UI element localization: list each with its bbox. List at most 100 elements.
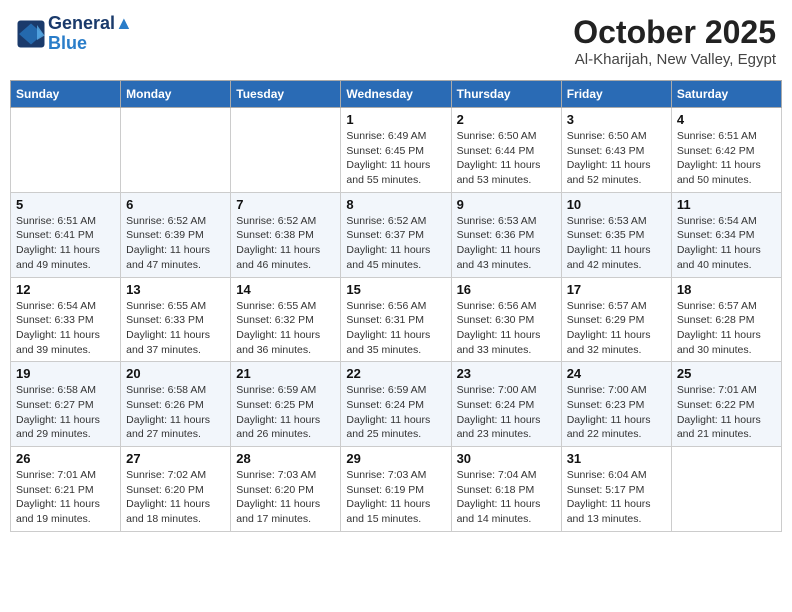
calendar-week-row: 19Sunrise: 6:58 AM Sunset: 6:27 PM Dayli… bbox=[11, 362, 782, 447]
day-of-week-header: Wednesday bbox=[341, 81, 451, 108]
day-number: 3 bbox=[567, 112, 666, 127]
calendar-header-row: SundayMondayTuesdayWednesdayThursdayFrid… bbox=[11, 81, 782, 108]
day-info: Sunrise: 6:52 AM Sunset: 6:37 PM Dayligh… bbox=[346, 214, 445, 273]
calendar-week-row: 26 Sunrise: 7:01 AM Sunset: 6:21 PM Dayli… bbox=[11, 447, 782, 532]
day-number: 27 bbox=[126, 451, 225, 466]
calendar-cell: 19Sunrise: 6:58 AM Sunset: 6:27 PM Dayli… bbox=[11, 362, 121, 447]
day-info: Sunrise: 6:55 AM Sunset: 6:33 PM Dayligh… bbox=[126, 299, 225, 358]
calendar-cell: 6 Sunrise: 6:52 AM Sunset: 6:39 PM Daylig… bbox=[121, 192, 231, 277]
day-info: Sunrise: 6:50 AM Sunset: 6:44 PM Dayligh… bbox=[457, 129, 556, 188]
day-of-week-header: Friday bbox=[561, 81, 671, 108]
calendar-cell: 21 Sunrise: 6:59 AM Sunset: 6:25 PM Dayli… bbox=[231, 362, 341, 447]
day-number: 30 bbox=[457, 451, 556, 466]
day-info: Sunrise: 6:56 AM Sunset: 6:31 PM Dayligh… bbox=[346, 299, 445, 358]
day-info: Sunrise: 6:54 AM Sunset: 6:34 PM Dayligh… bbox=[677, 214, 776, 273]
day-number: 16 bbox=[457, 282, 556, 297]
day-number: 15 bbox=[346, 282, 445, 297]
calendar-cell: 15 Sunrise: 6:56 AM Sunset: 6:31 PM Dayli… bbox=[341, 277, 451, 362]
day-number: 5 bbox=[16, 197, 115, 212]
day-info: Sunrise: 7:04 AM Sunset: 6:18 PM Dayligh… bbox=[457, 468, 556, 527]
calendar-cell: 12 Sunrise: 6:54 AM Sunset: 6:33 PM Dayli… bbox=[11, 277, 121, 362]
day-number: 29 bbox=[346, 451, 445, 466]
day-number: 24 bbox=[567, 366, 666, 381]
calendar-cell: 18 Sunrise: 6:57 AM Sunset: 6:28 PM Dayli… bbox=[671, 277, 781, 362]
day-info: Sunrise: 6:04 AM Sunset: 5:17 PM Dayligh… bbox=[567, 468, 666, 527]
day-number: 25 bbox=[677, 366, 776, 381]
calendar-week-row: 5 Sunrise: 6:51 AM Sunset: 6:41 PM Daylig… bbox=[11, 192, 782, 277]
day-number: 23 bbox=[457, 366, 556, 381]
day-info: Sunrise: 7:03 AM Sunset: 6:20 PM Dayligh… bbox=[236, 468, 335, 527]
calendar-cell: 2 Sunrise: 6:50 AM Sunset: 6:44 PM Daylig… bbox=[451, 108, 561, 193]
calendar-subtitle: Al-Kharijah, New Valley, Egypt bbox=[573, 51, 776, 68]
calendar-cell: 10 Sunrise: 6:53 AM Sunset: 6:35 PM Dayli… bbox=[561, 192, 671, 277]
day-info: Sunrise: 6:55 AM Sunset: 6:32 PM Dayligh… bbox=[236, 299, 335, 358]
day-number: 20 bbox=[126, 366, 225, 381]
logo-icon bbox=[16, 19, 46, 49]
calendar-cell: 3Sunrise: 6:50 AM Sunset: 6:43 PM Daylig… bbox=[561, 108, 671, 193]
day-number: 17 bbox=[567, 282, 666, 297]
day-number: 9 bbox=[457, 197, 556, 212]
calendar-cell: 27 Sunrise: 7:02 AM Sunset: 6:20 PM Dayli… bbox=[121, 447, 231, 532]
calendar-cell: 30 Sunrise: 7:04 AM Sunset: 6:18 PM Dayli… bbox=[451, 447, 561, 532]
day-number: 22 bbox=[346, 366, 445, 381]
day-info: Sunrise: 6:52 AM Sunset: 6:38 PM Dayligh… bbox=[236, 214, 335, 273]
day-number: 1 bbox=[346, 112, 445, 127]
day-number: 12 bbox=[16, 282, 115, 297]
day-of-week-header: Thursday bbox=[451, 81, 561, 108]
calendar-cell: 4Sunrise: 6:51 AM Sunset: 6:42 PM Daylig… bbox=[671, 108, 781, 193]
calendar-cell: 29 Sunrise: 7:03 AM Sunset: 6:19 PM Dayli… bbox=[341, 447, 451, 532]
day-of-week-header: Tuesday bbox=[231, 81, 341, 108]
day-info: Sunrise: 6:59 AM Sunset: 6:24 PM Dayligh… bbox=[346, 383, 445, 442]
day-info: Sunrise: 6:51 AM Sunset: 6:42 PM Dayligh… bbox=[677, 129, 776, 188]
day-number: 11 bbox=[677, 197, 776, 212]
day-number: 2 bbox=[457, 112, 556, 127]
calendar-cell: 7 Sunrise: 6:52 AM Sunset: 6:38 PM Daylig… bbox=[231, 192, 341, 277]
calendar-cell: 11 Sunrise: 6:54 AM Sunset: 6:34 PM Dayli… bbox=[671, 192, 781, 277]
day-number: 18 bbox=[677, 282, 776, 297]
day-of-week-header: Monday bbox=[121, 81, 231, 108]
page-header: General▲Blue October 2025 Al-Kharijah, N… bbox=[10, 10, 782, 72]
day-info: Sunrise: 7:00 AM Sunset: 6:24 PM Dayligh… bbox=[457, 383, 556, 442]
day-number: 8 bbox=[346, 197, 445, 212]
calendar-cell: 5 Sunrise: 6:51 AM Sunset: 6:41 PM Daylig… bbox=[11, 192, 121, 277]
day-of-week-header: Sunday bbox=[11, 81, 121, 108]
day-number: 28 bbox=[236, 451, 335, 466]
calendar-cell: 13 Sunrise: 6:55 AM Sunset: 6:33 PM Dayli… bbox=[121, 277, 231, 362]
calendar-week-row: 12 Sunrise: 6:54 AM Sunset: 6:33 PM Dayli… bbox=[11, 277, 782, 362]
day-number: 26 bbox=[16, 451, 115, 466]
calendar-cell: 1Sunrise: 6:49 AM Sunset: 6:45 PM Daylig… bbox=[341, 108, 451, 193]
calendar-cell: 24 Sunrise: 7:00 AM Sunset: 6:23 PM Dayli… bbox=[561, 362, 671, 447]
calendar-cell bbox=[231, 108, 341, 193]
calendar-cell: 17 Sunrise: 6:57 AM Sunset: 6:29 PM Dayli… bbox=[561, 277, 671, 362]
calendar-table: SundayMondayTuesdayWednesdayThursdayFrid… bbox=[10, 80, 782, 532]
calendar-cell: 20Sunrise: 6:58 AM Sunset: 6:26 PM Dayli… bbox=[121, 362, 231, 447]
day-number: 7 bbox=[236, 197, 335, 212]
day-info: Sunrise: 6:53 AM Sunset: 6:35 PM Dayligh… bbox=[567, 214, 666, 273]
day-number: 10 bbox=[567, 197, 666, 212]
day-info: Sunrise: 6:54 AM Sunset: 6:33 PM Dayligh… bbox=[16, 299, 115, 358]
day-info: Sunrise: 7:01 AM Sunset: 6:22 PM Dayligh… bbox=[677, 383, 776, 442]
day-info: Sunrise: 6:51 AM Sunset: 6:41 PM Dayligh… bbox=[16, 214, 115, 273]
day-number: 6 bbox=[126, 197, 225, 212]
day-info: Sunrise: 6:52 AM Sunset: 6:39 PM Dayligh… bbox=[126, 214, 225, 273]
calendar-title: October 2025 bbox=[573, 14, 776, 51]
day-info: Sunrise: 7:00 AM Sunset: 6:23 PM Dayligh… bbox=[567, 383, 666, 442]
calendar-cell: 31 Sunrise: 6:04 AM Sunset: 5:17 PM Dayli… bbox=[561, 447, 671, 532]
day-info: Sunrise: 6:57 AM Sunset: 6:29 PM Dayligh… bbox=[567, 299, 666, 358]
calendar-cell: 23 Sunrise: 7:00 AM Sunset: 6:24 PM Dayli… bbox=[451, 362, 561, 447]
day-of-week-header: Saturday bbox=[671, 81, 781, 108]
day-info: Sunrise: 6:59 AM Sunset: 6:25 PM Dayligh… bbox=[236, 383, 335, 442]
day-number: 31 bbox=[567, 451, 666, 466]
day-number: 19 bbox=[16, 366, 115, 381]
day-number: 21 bbox=[236, 366, 335, 381]
day-number: 13 bbox=[126, 282, 225, 297]
day-info: Sunrise: 7:01 AM Sunset: 6:21 PM Dayligh… bbox=[16, 468, 115, 527]
title-block: October 2025 Al-Kharijah, New Valley, Eg… bbox=[573, 14, 776, 68]
day-info: Sunrise: 7:03 AM Sunset: 6:19 PM Dayligh… bbox=[346, 468, 445, 527]
calendar-cell bbox=[121, 108, 231, 193]
day-info: Sunrise: 6:57 AM Sunset: 6:28 PM Dayligh… bbox=[677, 299, 776, 358]
calendar-cell: 9Sunrise: 6:53 AM Sunset: 6:36 PM Daylig… bbox=[451, 192, 561, 277]
calendar-cell: 25 Sunrise: 7:01 AM Sunset: 6:22 PM Dayli… bbox=[671, 362, 781, 447]
calendar-cell: 22 Sunrise: 6:59 AM Sunset: 6:24 PM Dayli… bbox=[341, 362, 451, 447]
day-info: Sunrise: 7:02 AM Sunset: 6:20 PM Dayligh… bbox=[126, 468, 225, 527]
